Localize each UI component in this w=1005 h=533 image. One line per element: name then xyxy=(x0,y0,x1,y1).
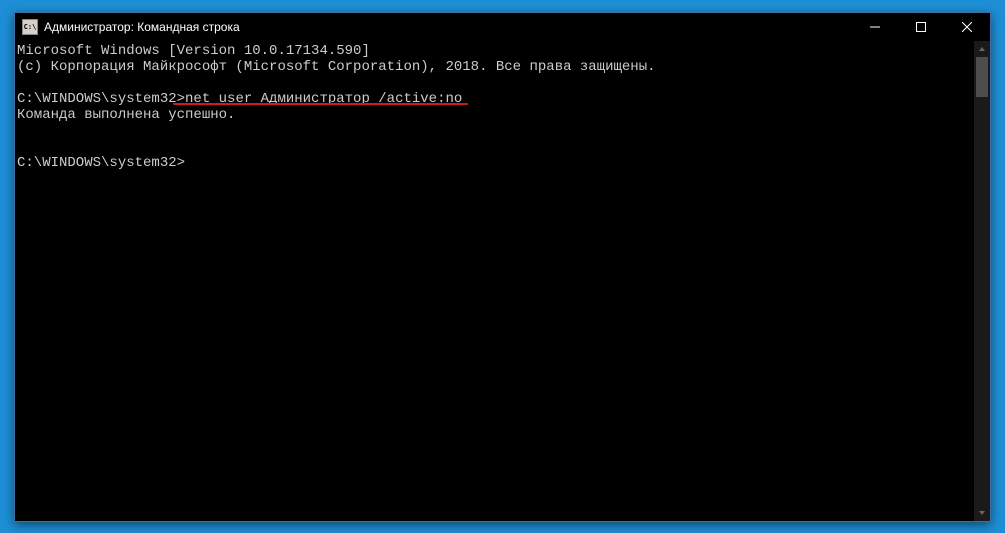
scroll-up-button[interactable] xyxy=(974,41,990,57)
scroll-thumb[interactable] xyxy=(976,57,988,97)
highlight-underline xyxy=(173,103,468,105)
minimize-button[interactable] xyxy=(852,13,898,41)
maximize-button[interactable] xyxy=(898,13,944,41)
chevron-up-icon xyxy=(978,45,986,53)
cmd-icon: C:\ xyxy=(22,19,38,35)
scroll-down-button[interactable] xyxy=(974,505,990,521)
cmd-icon-label: C:\ xyxy=(24,24,37,31)
console-prompt: C:\WINDOWS\system32> xyxy=(17,91,185,107)
console-line: (c) Корпорация Майкрософт (Microsoft Cor… xyxy=(17,59,656,75)
console-line: Microsoft Windows [Version 10.0.17134.59… xyxy=(17,43,370,59)
console-text[interactable]: Microsoft Windows [Version 10.0.17134.59… xyxy=(15,41,974,521)
console-line: Команда выполнена успешно. xyxy=(17,107,235,123)
close-button[interactable] xyxy=(944,13,990,41)
window-title: Администратор: Командная строка xyxy=(44,20,852,34)
maximize-icon xyxy=(916,22,926,32)
chevron-down-icon xyxy=(978,509,986,517)
titlebar[interactable]: C:\ Администратор: Командная строка xyxy=(15,13,990,41)
console-prompt: C:\WINDOWS\system32> xyxy=(17,155,185,171)
minimize-icon xyxy=(870,22,880,32)
command-prompt-window: C:\ Администратор: Командная строка Micr… xyxy=(14,12,991,522)
vertical-scrollbar[interactable] xyxy=(974,41,990,521)
close-icon xyxy=(962,22,972,32)
window-controls xyxy=(852,13,990,41)
console-area[interactable]: Microsoft Windows [Version 10.0.17134.59… xyxy=(15,41,990,521)
